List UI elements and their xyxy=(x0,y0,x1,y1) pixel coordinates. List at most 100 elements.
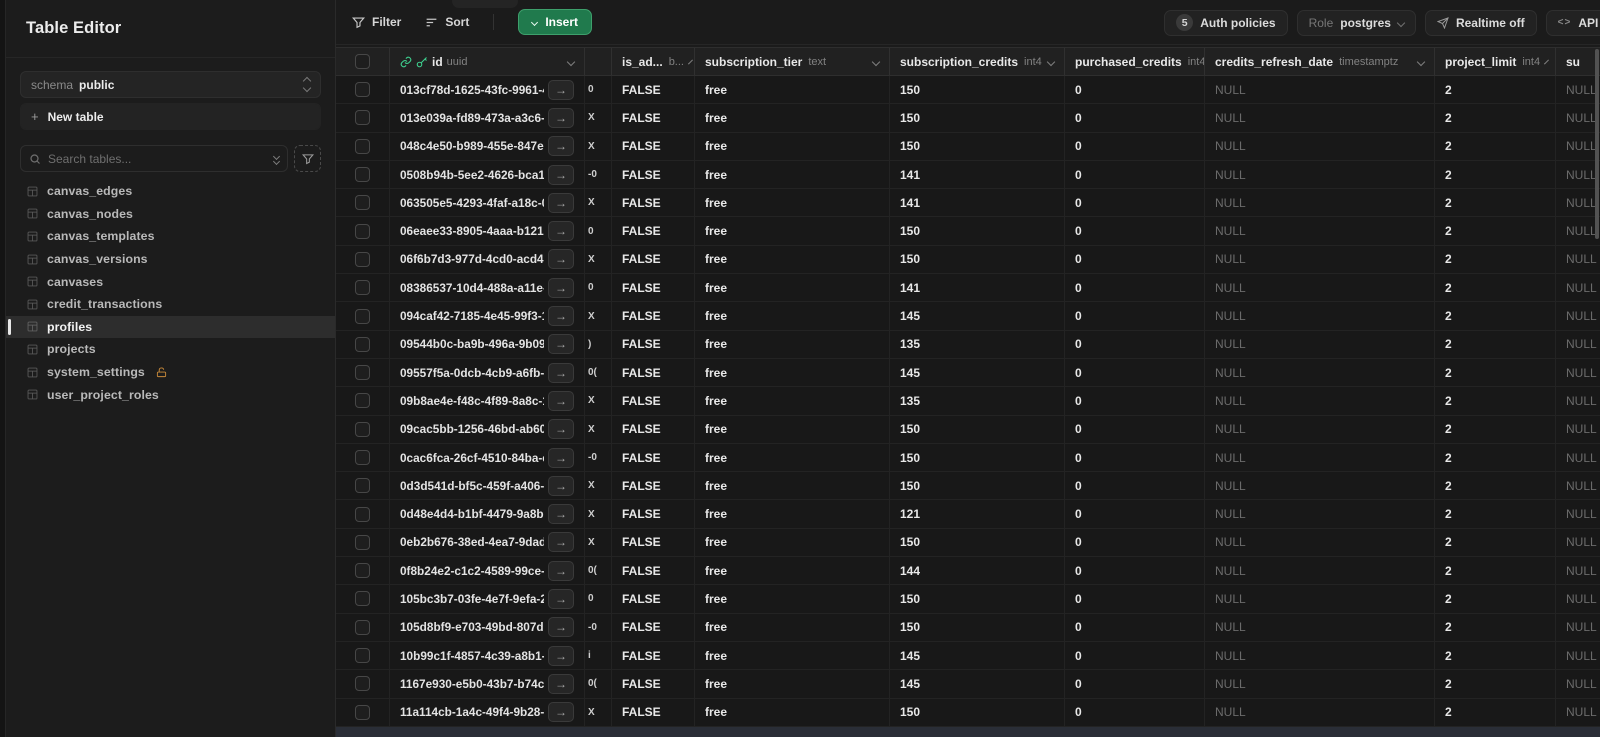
cell-subscription-tier[interactable]: free xyxy=(695,76,890,104)
sort-button[interactable]: Sort xyxy=(425,15,469,29)
row-checkbox[interactable] xyxy=(355,421,370,437)
expand-row-button[interactable]: → xyxy=(548,136,574,157)
cell-project-limit[interactable]: 2 xyxy=(1435,698,1556,726)
cell-project-limit[interactable]: 2 xyxy=(1435,641,1556,670)
cell-id[interactable]: 09cac5bb-1256-46bd-ab60-64ed... → xyxy=(390,415,585,443)
expand-row-button[interactable]: → xyxy=(548,362,574,383)
cell-project-limit[interactable]: 2 xyxy=(1435,443,1556,472)
cell-project-limit[interactable]: 2 xyxy=(1435,415,1556,443)
cell-is-admin[interactable]: FALSE xyxy=(612,613,695,641)
cell-clipped[interactable]: NULL xyxy=(1556,189,1600,216)
cell-truncated[interactable]: X xyxy=(585,387,612,415)
cell-subscription-tier[interactable]: free xyxy=(695,698,890,726)
row-checkbox[interactable] xyxy=(355,251,370,267)
sidebar-table-item[interactable]: projects xyxy=(6,338,335,361)
cell-is-admin[interactable]: FALSE xyxy=(612,472,695,500)
expand-row-button[interactable]: → xyxy=(548,532,574,553)
sidebar-table-item[interactable]: system_settings xyxy=(6,361,335,384)
cell-purchased-credits[interactable]: 0 xyxy=(1065,472,1205,500)
expand-row-button[interactable]: → xyxy=(548,221,574,242)
cell-project-limit[interactable]: 2 xyxy=(1435,387,1556,415)
cell-subscription-tier[interactable]: free xyxy=(695,387,890,415)
row-checkbox[interactable] xyxy=(355,365,370,381)
expand-row-button[interactable]: → xyxy=(548,475,574,496)
column-header-credits-refresh-date[interactable]: credits_refresh_date timestamptz xyxy=(1205,48,1435,75)
column-header-purchased-credits[interactable]: purchased_credits int4 xyxy=(1065,48,1205,75)
cell-project-limit[interactable]: 2 xyxy=(1435,528,1556,557)
cell-subscription-tier[interactable]: free xyxy=(695,557,890,585)
cell-id[interactable]: 063505e5-4293-4faf-a18c-0e65b... → xyxy=(390,189,585,217)
cell-purchased-credits[interactable]: 0 xyxy=(1065,670,1205,698)
cell-purchased-credits[interactable]: 0 xyxy=(1065,613,1205,641)
cell-purchased-credits[interactable]: 0 xyxy=(1065,132,1205,160)
cell-subscription-credits[interactable]: 150 xyxy=(890,415,1065,443)
cell-truncated[interactable]: X xyxy=(585,528,612,557)
cell-clipped[interactable]: NULL xyxy=(1556,614,1600,641)
cell-subscription-tier[interactable]: free xyxy=(695,641,890,670)
cell-project-limit[interactable]: 2 xyxy=(1435,245,1556,274)
cell-clipped[interactable]: NULL xyxy=(1556,500,1600,527)
cell-id[interactable]: 0f8b24e2-c1c2-4589-99ce-2c52d... → xyxy=(390,557,585,585)
cell-truncated[interactable]: 0( xyxy=(585,557,612,585)
cell-purchased-credits[interactable]: 0 xyxy=(1065,443,1205,472)
cell-subscription-tier[interactable]: free xyxy=(695,274,890,302)
chevron-down-icon[interactable] xyxy=(1046,57,1056,66)
cell-id[interactable]: 105bc3b7-03fe-4e7f-9efa-21bb40... → xyxy=(390,585,585,613)
cell-subscription-credits[interactable]: 150 xyxy=(890,472,1065,500)
cell-is-admin[interactable]: FALSE xyxy=(612,132,695,160)
expand-row-button[interactable]: → xyxy=(548,419,574,440)
cell-is-admin[interactable]: FALSE xyxy=(612,500,695,528)
expand-row-button[interactable]: → xyxy=(548,504,574,525)
column-header-clipped[interactable]: su xyxy=(1556,48,1600,75)
cell-subscription-credits[interactable]: 144 xyxy=(890,557,1065,585)
expand-row-button[interactable]: → xyxy=(548,192,574,213)
cell-is-admin[interactable]: FALSE xyxy=(612,217,695,245)
row-checkbox[interactable] xyxy=(355,82,370,98)
row-checkbox[interactable] xyxy=(355,223,370,239)
select-all-checkbox[interactable] xyxy=(355,54,370,69)
cell-id[interactable]: 0eb2b676-38ed-4ea7-9dad-38e6... → xyxy=(390,528,585,557)
cell-clipped[interactable]: NULL xyxy=(1556,699,1600,726)
column-header-subscription-tier[interactable]: subscription_tier text xyxy=(695,48,890,75)
cell-subscription-tier[interactable]: free xyxy=(695,358,890,387)
auth-policies-button[interactable]: 5 Auth policies xyxy=(1164,9,1288,36)
cell-subscription-credits[interactable]: 141 xyxy=(890,160,1065,189)
cell-credits-refresh-date[interactable]: NULL xyxy=(1205,641,1435,670)
cell-subscription-tier[interactable]: free xyxy=(695,132,890,160)
expand-row-button[interactable]: → xyxy=(548,702,574,723)
new-table-button[interactable]: + New table xyxy=(20,103,321,130)
cell-is-admin[interactable]: FALSE xyxy=(612,528,695,557)
cell-id[interactable]: 09544b0c-ba9b-496a-9b09-244... → xyxy=(390,330,585,358)
cell-is-admin[interactable]: FALSE xyxy=(612,104,695,132)
cell-id[interactable]: 048c4e50-b989-455e-847e-fb2f... → xyxy=(390,132,585,160)
cell-subscription-tier[interactable]: free xyxy=(695,415,890,443)
row-checkbox[interactable] xyxy=(355,167,370,183)
cell-subscription-tier[interactable]: free xyxy=(695,443,890,472)
cell-subscription-tier[interactable]: free xyxy=(695,330,890,358)
cell-purchased-credits[interactable]: 0 xyxy=(1065,302,1205,330)
cell-truncated[interactable]: X xyxy=(585,472,612,500)
cell-truncated[interactable]: 0 xyxy=(585,585,612,613)
cell-truncated[interactable]: X xyxy=(585,189,612,217)
expand-row-button[interactable]: → xyxy=(548,617,574,638)
row-checkbox[interactable] xyxy=(355,308,370,324)
cell-credits-refresh-date[interactable]: NULL xyxy=(1205,330,1435,358)
row-checkbox[interactable] xyxy=(355,138,370,154)
sidebar-table-item[interactable]: canvas_versions xyxy=(6,248,335,271)
cell-truncated[interactable]: 0( xyxy=(585,358,612,387)
cell-is-admin[interactable]: FALSE xyxy=(612,698,695,726)
cell-truncated[interactable]: ) xyxy=(585,330,612,358)
cell-subscription-tier[interactable]: free xyxy=(695,160,890,189)
cell-subscription-credits[interactable]: 145 xyxy=(890,641,1065,670)
row-checkbox[interactable] xyxy=(355,534,370,550)
cell-credits-refresh-date[interactable]: NULL xyxy=(1205,557,1435,585)
expand-row-button[interactable]: → xyxy=(548,306,574,327)
schema-select[interactable]: schema public xyxy=(20,71,321,98)
cell-subscription-credits[interactable]: 141 xyxy=(890,189,1065,217)
cell-truncated[interactable]: X xyxy=(585,415,612,443)
cell-id[interactable]: 0d48e4d4-b1bf-4479-9a8b-4a4b... → xyxy=(390,500,585,528)
cell-clipped[interactable]: NULL xyxy=(1556,104,1600,131)
cell-purchased-credits[interactable]: 0 xyxy=(1065,160,1205,189)
cell-id[interactable]: 094caf42-7185-4e45-99f3-14abee... → xyxy=(390,302,585,330)
cell-clipped[interactable]: NULL xyxy=(1556,529,1600,556)
